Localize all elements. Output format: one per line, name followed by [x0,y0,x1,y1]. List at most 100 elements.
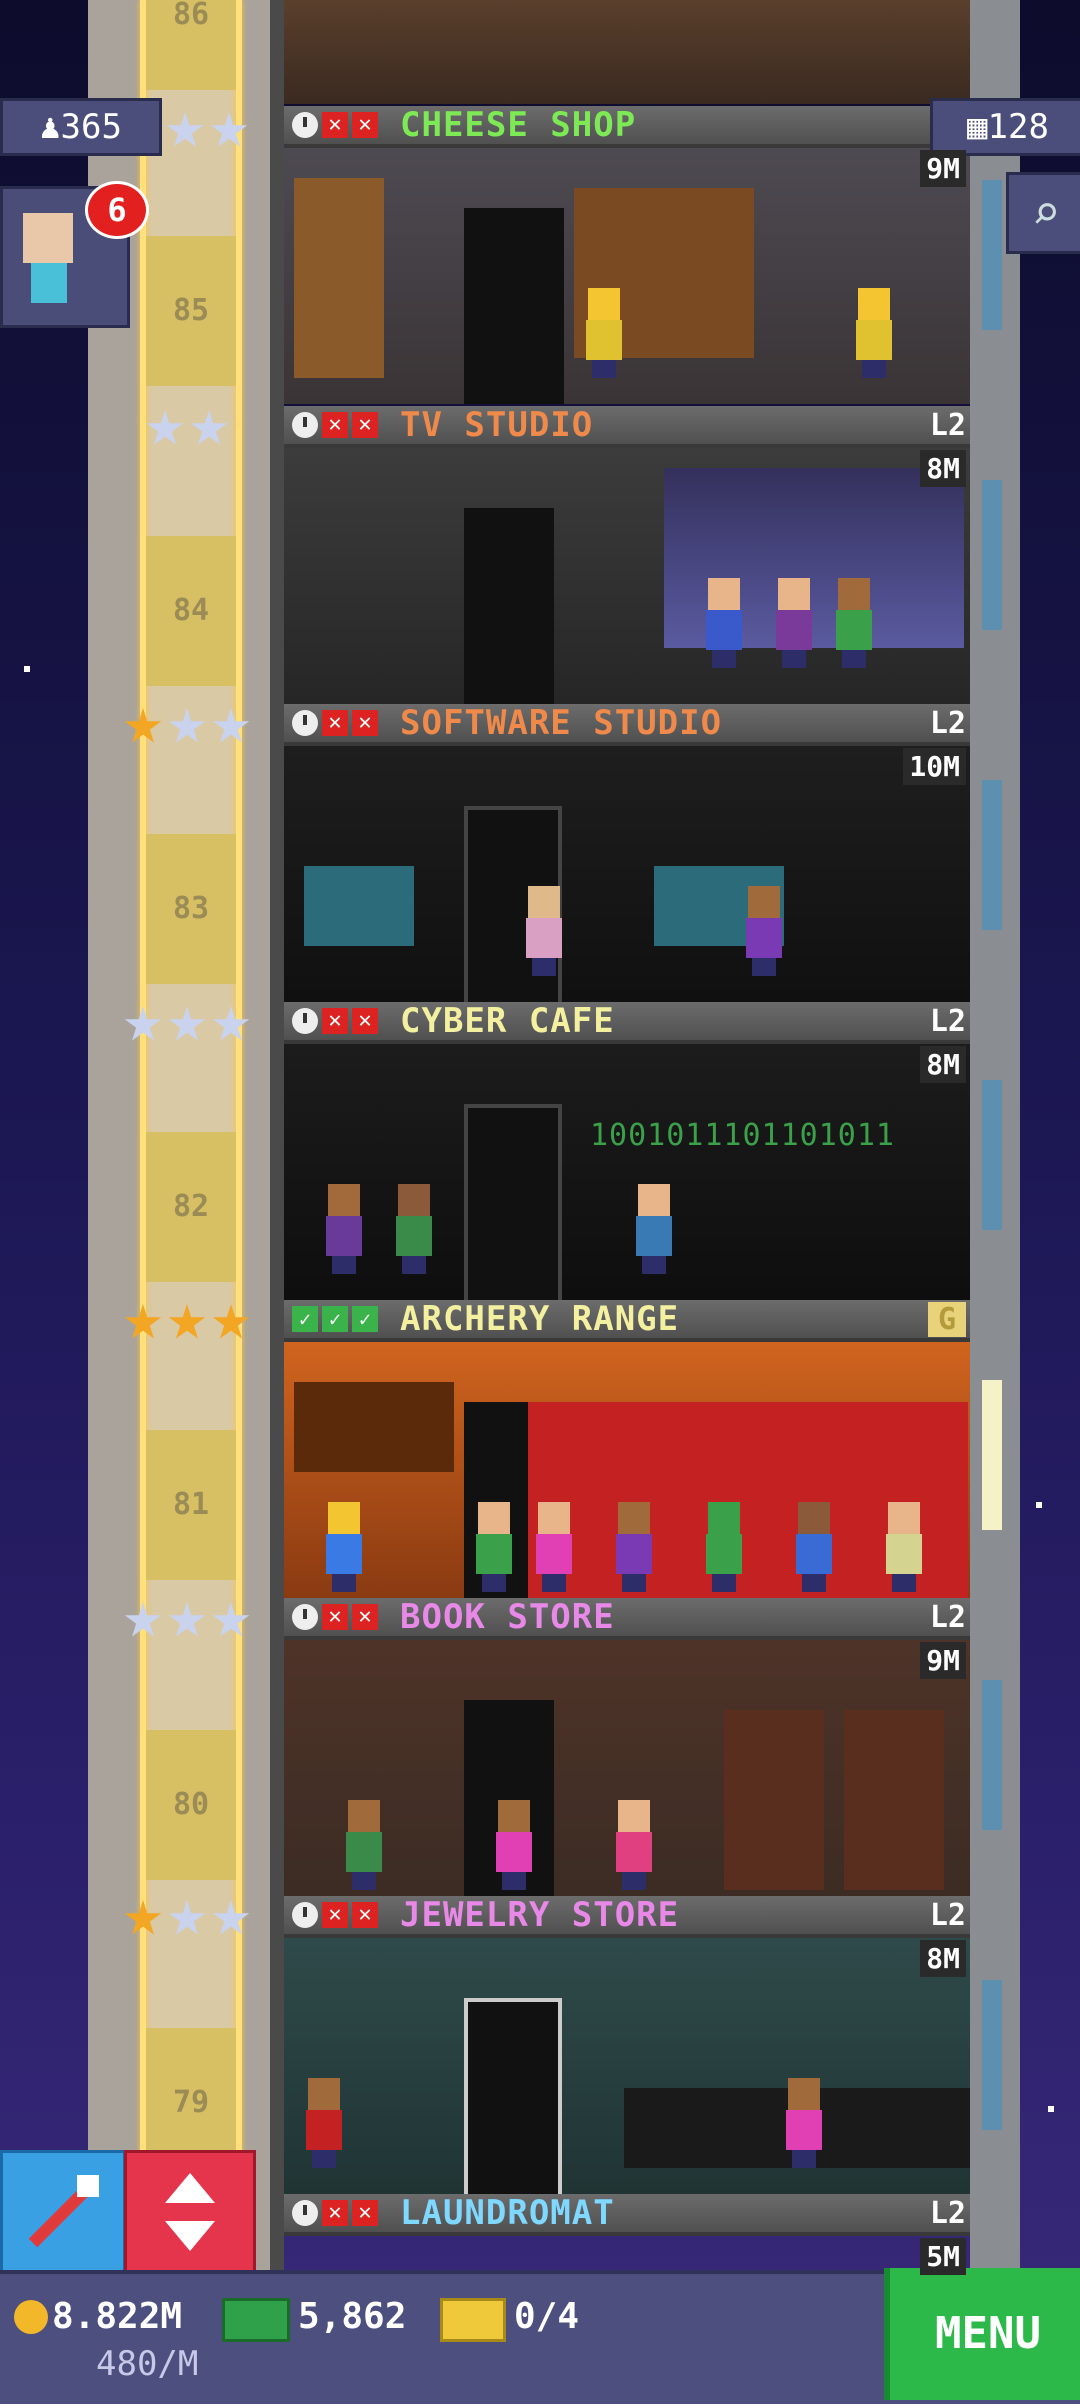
tower-window [982,1680,1002,1830]
person-icon: ♟ [40,107,61,147]
floor-cheese-shop[interactable]: ✕ ✕ CHEESE SHOP 9M [284,106,970,404]
silver-star-icon [212,1900,250,1935]
tower-window [982,780,1002,930]
floor-price: 8M [920,1046,966,1083]
floor-number-label: 83 [146,834,236,984]
doorway [464,508,554,704]
silver-star-icon [168,1006,206,1041]
ticket-count: 0/4 [514,2296,580,2337]
silver-star-icon [212,1602,250,1637]
check-icon: ✓ [322,1306,348,1332]
clock-icon [292,2200,318,2226]
floor-name: LAUNDROMAT [400,2193,615,2233]
floor-name: CYBER CAFE [400,1001,615,1041]
income-rate: 480/M [96,2344,199,2384]
clock-icon [292,1604,318,1630]
computer-desk [304,866,414,946]
population-value: 365 [60,107,122,147]
search-button[interactable]: ⌕ [1006,172,1080,254]
floor-name: ARCHERY RANGE [400,1299,680,1339]
floor-book-store[interactable]: ✕ ✕ BOOK STORE L2 9M [284,1598,970,1896]
floor-86-room[interactable] [284,0,970,104]
floor-count-value: 128 [987,107,1049,147]
floor-software-studio[interactable]: ✕ ✕ SOFTWARE STUDIO L2 10M [284,703,970,1010]
vip-visitor-button[interactable]: 6 [0,181,149,328]
floor-stars [166,112,248,150]
floor-laundromat[interactable]: ✕ ✕ LAUNDROMAT L2 5M [284,2193,970,2275]
x-icon: ✕ [352,1902,378,1928]
floor-jewelry-store[interactable]: ✕ ✕ JEWELRY STORE L2 8M [284,1896,970,2202]
floor-number-label: 82 [146,1132,236,1282]
tower-window-lit [982,1380,1002,1530]
vip-count-badge: 6 [85,181,149,239]
silver-star-icon [212,708,250,743]
coin-icon [14,2300,48,2334]
population-counter[interactable]: ♟365 [0,98,162,156]
x-icon: ✕ [352,1008,378,1034]
x-icon: ✕ [322,1008,348,1034]
gold-star-icon [124,1304,162,1339]
x-icon: ✕ [322,710,348,736]
tower-edge [270,0,284,2270]
silver-star-icon [124,1602,162,1637]
floor-cyber-cafe[interactable]: ✕ ✕ CYBER CAFE L2 8M 1001011101101011 [284,1001,970,1308]
silver-star-icon [168,708,206,743]
floor-count-counter[interactable]: ▦128 [930,98,1080,156]
hammer-icon [28,2175,99,2248]
star [1048,2106,1054,2112]
floor-level: L2 [929,2196,966,2231]
build-floor-button[interactable] [0,2150,126,2274]
elevator-button[interactable] [124,2150,256,2274]
x-icon: ✕ [352,710,378,736]
tower-right-wall [970,0,1020,2270]
x-icon: ✕ [352,1604,378,1630]
tower-window [982,1080,1002,1230]
tower-window [982,480,1002,630]
gold-star-icon [124,1900,162,1935]
floor-name: BOOK STORE [400,1597,615,1637]
doorway [464,208,564,404]
silver-star-icon [166,112,204,147]
floor-name: SOFTWARE STUDIO [400,703,723,743]
clock-icon [292,710,318,736]
bookshelf [724,1710,824,1890]
floor-number-label: 86 [146,0,236,90]
floor-price: 10M [903,748,966,785]
gold-star-icon [124,708,162,743]
floor-price: 5M [920,2238,966,2275]
floor-stars [124,1006,250,1044]
floor-tv-studio[interactable]: ✕ ✕ TV STUDIO L2 8M [284,406,970,704]
floor-number-label: 84 [146,536,236,686]
vip-avatar [23,213,73,263]
floor-stars [124,1602,250,1640]
floor-price: 9M [920,1642,966,1679]
menu-button[interactable]: MENU [884,2268,1080,2400]
gold-star-icon [168,1304,206,1339]
floor-name: TV STUDIO [400,405,594,445]
silver-star-icon [124,1006,162,1041]
floor-name: CHEESE SHOP [400,105,637,145]
x-icon: ✕ [352,2200,378,2226]
cheese-shelf [294,178,384,378]
floor-level: L2 [929,408,966,443]
vip-avatar-body [31,263,67,303]
star [24,666,30,672]
floor-level: L2 [929,706,966,741]
magnifier-icon: ⌕ [1031,185,1061,241]
x-icon: ✕ [322,1902,348,1928]
silver-star-icon [168,1602,206,1637]
bow-rack [294,1382,454,1472]
floor-archery-range[interactable]: ✓ ✓ ✓ ARCHERY RANGE G [284,1300,970,1598]
x-icon: ✕ [322,112,348,138]
silver-star-icon [190,410,228,445]
floor-number-label: 85 [146,236,236,386]
floor-stars [124,1900,250,1938]
bux-balance: 5,862 [298,2296,407,2337]
tower-window [982,180,1002,330]
floor-stars [124,1304,250,1342]
floor-price: 9M [920,150,966,187]
bookshelf [844,1710,944,1890]
clock-icon [292,412,318,438]
floor-price: 8M [920,450,966,487]
binary-wall-sign: 1001011101101011 [590,1118,895,1153]
